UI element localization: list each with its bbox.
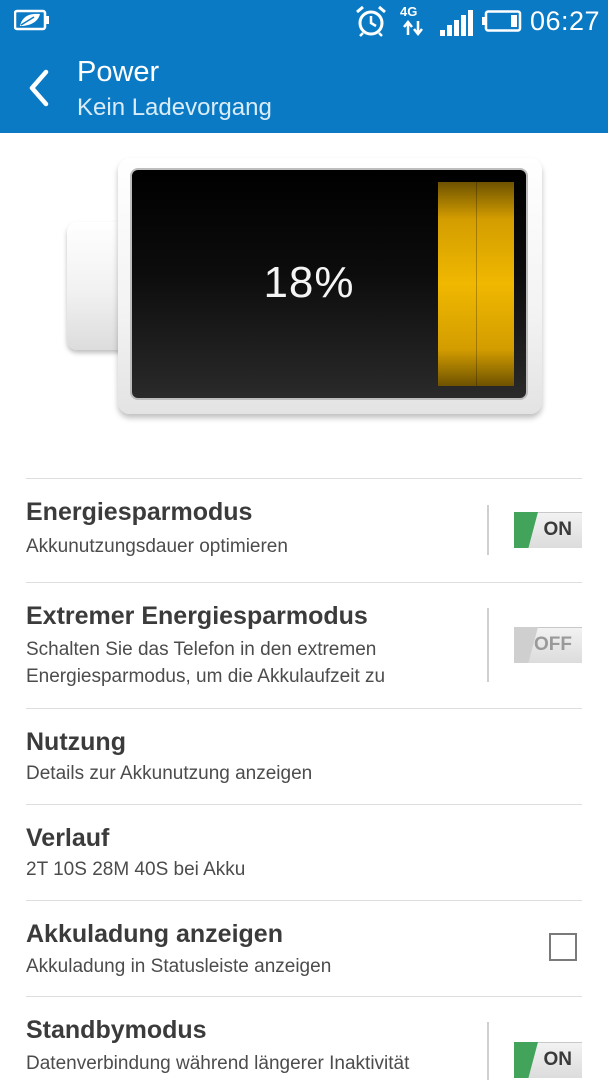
page-subtitle: Kein Ladevorgang	[77, 94, 272, 121]
alarm-clock-icon	[356, 5, 386, 37]
setting-energiesparmodus[interactable]: Energiesparmodus Akkunutzungsdauer optim…	[0, 478, 608, 582]
separator	[487, 608, 489, 682]
setting-title: Energiesparmodus	[26, 498, 253, 526]
network-type-label: 4G	[400, 4, 418, 19]
setting-summary: Akkuladung in Statusleiste anzeigen	[26, 956, 332, 977]
setting-verlauf[interactable]: Verlauf 2T 10S 28M 40S bei Akku	[0, 804, 608, 900]
toggle-state-label: ON	[543, 1049, 573, 1070]
setting-standbymodus[interactable]: Standbymodus Datenverbindung während län…	[0, 996, 608, 1080]
akkuladung-checkbox[interactable]	[549, 933, 577, 961]
separator	[487, 1022, 489, 1080]
setting-akkuladung-anzeigen[interactable]: Akkuladung anzeigen Akkuladung in Status…	[0, 900, 608, 996]
separator	[487, 505, 489, 555]
battery-display: 18%	[130, 168, 528, 400]
clock-time: 06:27	[530, 6, 601, 36]
setting-extremer-energiesparmodus[interactable]: Extremer Energiesparmodus Schalten Sie d…	[0, 582, 608, 708]
standbymodus-toggle[interactable]: ON	[514, 1042, 582, 1078]
setting-title: Verlauf	[26, 824, 110, 852]
battery-status-icon	[482, 10, 522, 32]
page-title: Power	[77, 56, 160, 88]
setting-title: Standbymodus	[26, 1016, 207, 1044]
leaf-battery-saver-icon	[14, 9, 49, 31]
toggle-state-label: ON	[543, 519, 573, 540]
setting-summary: Datenverbindung während längerer Inaktiv…	[26, 1053, 410, 1074]
setting-summary: Schalten Sie das Telefon in den extremen…	[26, 639, 386, 687]
setting-title: Akkuladung anzeigen	[26, 920, 283, 948]
toggle-state-label: OFF	[534, 634, 572, 655]
setting-nutzung[interactable]: Nutzung Details zur Akkunutzung anzeigen	[0, 708, 608, 804]
back-arrow-icon[interactable]	[20, 64, 60, 112]
setting-summary: 2T 10S 28M 40S bei Akku	[26, 859, 246, 880]
network-4g-icon: 4G	[398, 4, 428, 38]
setting-title: Extremer Energiesparmodus	[26, 602, 368, 630]
setting-title: Nutzung	[26, 728, 126, 756]
battery-terminal	[67, 222, 123, 350]
battery-level-graphic: 18%	[64, 156, 544, 418]
status-bar: 4G 06:27	[0, 0, 608, 42]
energiesparmodus-toggle[interactable]: ON	[514, 512, 582, 548]
action-bar: Power Kein Ladevorgang	[0, 42, 608, 133]
signal-bars-icon	[440, 10, 473, 36]
battery-percent-label: 18%	[263, 258, 355, 307]
setting-summary: Details zur Akkunutzung anzeigen	[26, 763, 313, 784]
extremer-energiesparmodus-toggle[interactable]: OFF	[514, 627, 582, 663]
setting-summary: Akkunutzungsdauer optimieren	[26, 536, 288, 557]
